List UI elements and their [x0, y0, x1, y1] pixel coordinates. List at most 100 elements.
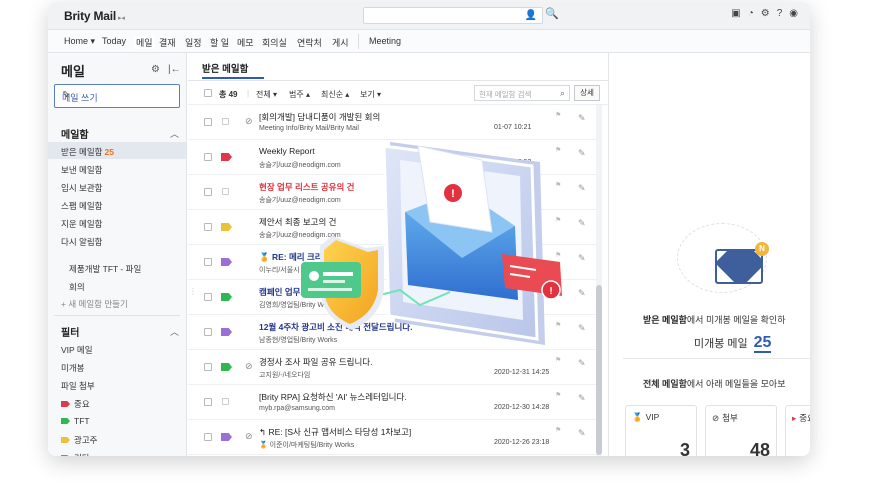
sidebar-folder-meeting[interactable]: 회의	[69, 281, 85, 293]
menu-meeting[interactable]: Meeting	[369, 36, 401, 46]
filter-advertiser[interactable]: 광고주	[61, 434, 97, 446]
row-checkbox[interactable]	[204, 258, 212, 266]
mail-subject[interactable]: ↰ RE: [S사 신규 앱서비스 타당성 1차보고]	[259, 426, 411, 438]
gear-icon[interactable]: ⚙	[761, 8, 770, 19]
menu-approval[interactable]: 결재	[159, 36, 176, 49]
row-checkbox[interactable]	[204, 328, 212, 336]
chevron-up-icon[interactable]: ︿	[170, 127, 179, 140]
tag-icon[interactable]	[222, 118, 229, 125]
row-checkbox[interactable]	[204, 293, 212, 301]
person-icon[interactable]: 👤	[525, 10, 537, 21]
menu-todo[interactable]: 할 일	[210, 36, 229, 49]
pane-resize-handle[interactable]: ⋮	[189, 287, 197, 296]
tag-icon[interactable]	[221, 433, 232, 441]
tag-icon[interactable]	[221, 328, 232, 336]
mail-row[interactable]: 🏅 RE: 메리 크리스마스 이누리/서울시 ⚑ ✎	[188, 245, 596, 280]
theme-icon[interactable]: ◔	[748, 8, 754, 19]
row-checkbox[interactable]	[204, 398, 212, 406]
gear-icon[interactable]: ⚙	[151, 64, 160, 75]
mail-subject[interactable]: 캠페인 업무보고	[259, 286, 316, 298]
mail-row[interactable]: 현장 업무 리스트 공유의 건 송슬기/uuz@neodigm.com 01-05 …	[188, 175, 596, 210]
mail-subject[interactable]: Weekly Report	[259, 146, 315, 156]
sort-dropdown[interactable]: 최신순 ▴	[321, 89, 349, 100]
row-checkbox[interactable]	[204, 188, 212, 196]
compose-button[interactable]: 메일 쓰기 ✎	[54, 84, 180, 108]
filter-tft[interactable]: TFT	[61, 416, 90, 426]
sidebar-item-trash[interactable]: 지운 메일함	[61, 218, 102, 230]
mail-row[interactable]: 제안서 최종 보고의 건 송슬기/uuz@neodigm.com 01-05 15:…	[188, 210, 596, 245]
flag-icon[interactable]: ⚑	[555, 216, 561, 224]
mail-row[interactable]: ⊘ ↰ RE: [S사 신규 앱서비스 타당성 1차보고] 🏅 이준이/마케팅팀/B…	[188, 420, 596, 455]
menu-contacts[interactable]: 연락처	[297, 36, 322, 49]
select-all-checkbox[interactable]	[204, 89, 212, 99]
tag-icon[interactable]	[222, 188, 229, 195]
menu-today[interactable]: Today	[102, 36, 126, 46]
menu-calendar[interactable]: 일정	[185, 36, 202, 49]
sidebar-folder-tft[interactable]: 제품개발 TFT - 파일	[69, 263, 141, 275]
tag-icon[interactable]	[221, 258, 232, 266]
search-icon[interactable]: ⌕	[560, 88, 565, 99]
flag-icon[interactable]: ⚑	[555, 391, 561, 399]
filter-unread[interactable]: 미개봉	[61, 362, 84, 374]
unread-count-link[interactable]: 25	[753, 334, 772, 353]
mail-subject[interactable]: 현장 업무 리스트 공유의 건	[259, 181, 354, 193]
vip-card[interactable]: 🏅 VIP 3	[625, 405, 697, 456]
collapse-icon[interactable]: |←	[168, 64, 181, 75]
detail-search-button[interactable]: 상세	[574, 85, 600, 101]
pin-icon[interactable]: ✎	[578, 183, 586, 194]
sidebar-item-remind[interactable]: 다시 알림함	[61, 236, 102, 248]
pin-icon[interactable]: ✎	[578, 148, 586, 159]
row-checkbox[interactable]	[204, 223, 212, 231]
row-checkbox[interactable]	[204, 363, 212, 371]
tag-icon[interactable]	[221, 153, 232, 161]
flag-icon[interactable]: ⚑	[555, 251, 561, 259]
important-card[interactable]: ▸중요	[785, 405, 810, 456]
flag-icon[interactable]: ⚑	[555, 111, 561, 119]
flag-icon[interactable]: ⚑	[555, 426, 561, 434]
flag-icon[interactable]: ⚑	[555, 321, 561, 329]
filter-vip[interactable]: VIP 메일	[61, 344, 93, 356]
pin-icon[interactable]: ✎	[578, 113, 586, 124]
mail-subject[interactable]: 12월 4주차 광고비 소진 내역 전달드립니다.	[259, 321, 412, 333]
flag-icon[interactable]: ⚑	[555, 356, 561, 364]
pin-icon[interactable]: ✎	[578, 323, 586, 334]
scrollbar-thumb[interactable]	[596, 285, 602, 455]
row-checkbox[interactable]	[204, 153, 212, 161]
flag-icon[interactable]: ⚑	[555, 181, 561, 189]
new-folder-link[interactable]: + 새 메일함 만들기	[61, 298, 128, 310]
mail-subject[interactable]: [회의개발] 담내디품이 개발된 회의	[259, 111, 380, 123]
mail-subject[interactable]: 🏅 RE: 메리 크리스마스	[259, 251, 346, 263]
filter-all-dropdown[interactable]: 전체 ▾	[256, 89, 277, 100]
tag-icon[interactable]	[221, 223, 232, 231]
mailbox-search-input[interactable]: 현재 메일함 검색 ⌕	[474, 85, 570, 101]
chevron-up-icon[interactable]: ︿	[170, 325, 179, 338]
mail-row[interactable]: ⚑✎	[188, 455, 596, 456]
row-checkbox[interactable]	[204, 433, 212, 441]
menu-home[interactable]: Home ▾	[64, 36, 95, 47]
menu-mail[interactable]: 메일	[134, 36, 155, 49]
mailbox-section-title[interactable]: 메일함	[61, 126, 89, 141]
pin-icon[interactable]: ✎	[578, 288, 586, 299]
global-search-input[interactable]: 👤	[363, 7, 543, 24]
view-dropdown[interactable]: 보기 ▾	[360, 89, 381, 100]
pin-icon[interactable]: ✎	[578, 428, 586, 439]
tag-icon[interactable]	[221, 363, 232, 371]
sidebar-item-sent[interactable]: 보낸 메일함	[61, 164, 102, 176]
attachment-card[interactable]: ⊘ 첨부 48	[705, 405, 777, 456]
sidebar-item-inbox[interactable]: 받은 메일함 25	[61, 146, 114, 158]
menu-memo[interactable]: 메모	[237, 36, 254, 49]
filter-important[interactable]: 중요	[61, 398, 90, 410]
search-icon[interactable]: 🔍	[545, 7, 559, 20]
app-logo[interactable]: Brity Mail ▸◂	[64, 9, 125, 23]
flag-icon[interactable]: ⚑	[555, 146, 561, 154]
filter-attachment[interactable]: 파일 첨부	[61, 380, 95, 392]
mail-row[interactable]: Weekly Report 송슬기/uuz@neodigm.com 01-05 15…	[188, 140, 596, 175]
mail-row[interactable]: ⊘ [회의개발] 담내디품이 개발된 회의 Meeting Info/Brity M…	[188, 105, 596, 140]
tag-icon[interactable]	[221, 293, 232, 301]
pin-icon[interactable]: ✎	[578, 218, 586, 229]
tag-icon[interactable]	[222, 398, 229, 405]
pin-icon[interactable]: ✎	[578, 358, 586, 369]
row-checkbox[interactable]	[204, 118, 212, 126]
mail-subject[interactable]: 경정사 조사 파일 공유 드립니다.	[259, 356, 372, 368]
mail-row[interactable]: ⊘ 경정사 조사 파일 공유 드립니다. 고지원/-/네오다임 2020-12-31 …	[188, 350, 596, 385]
